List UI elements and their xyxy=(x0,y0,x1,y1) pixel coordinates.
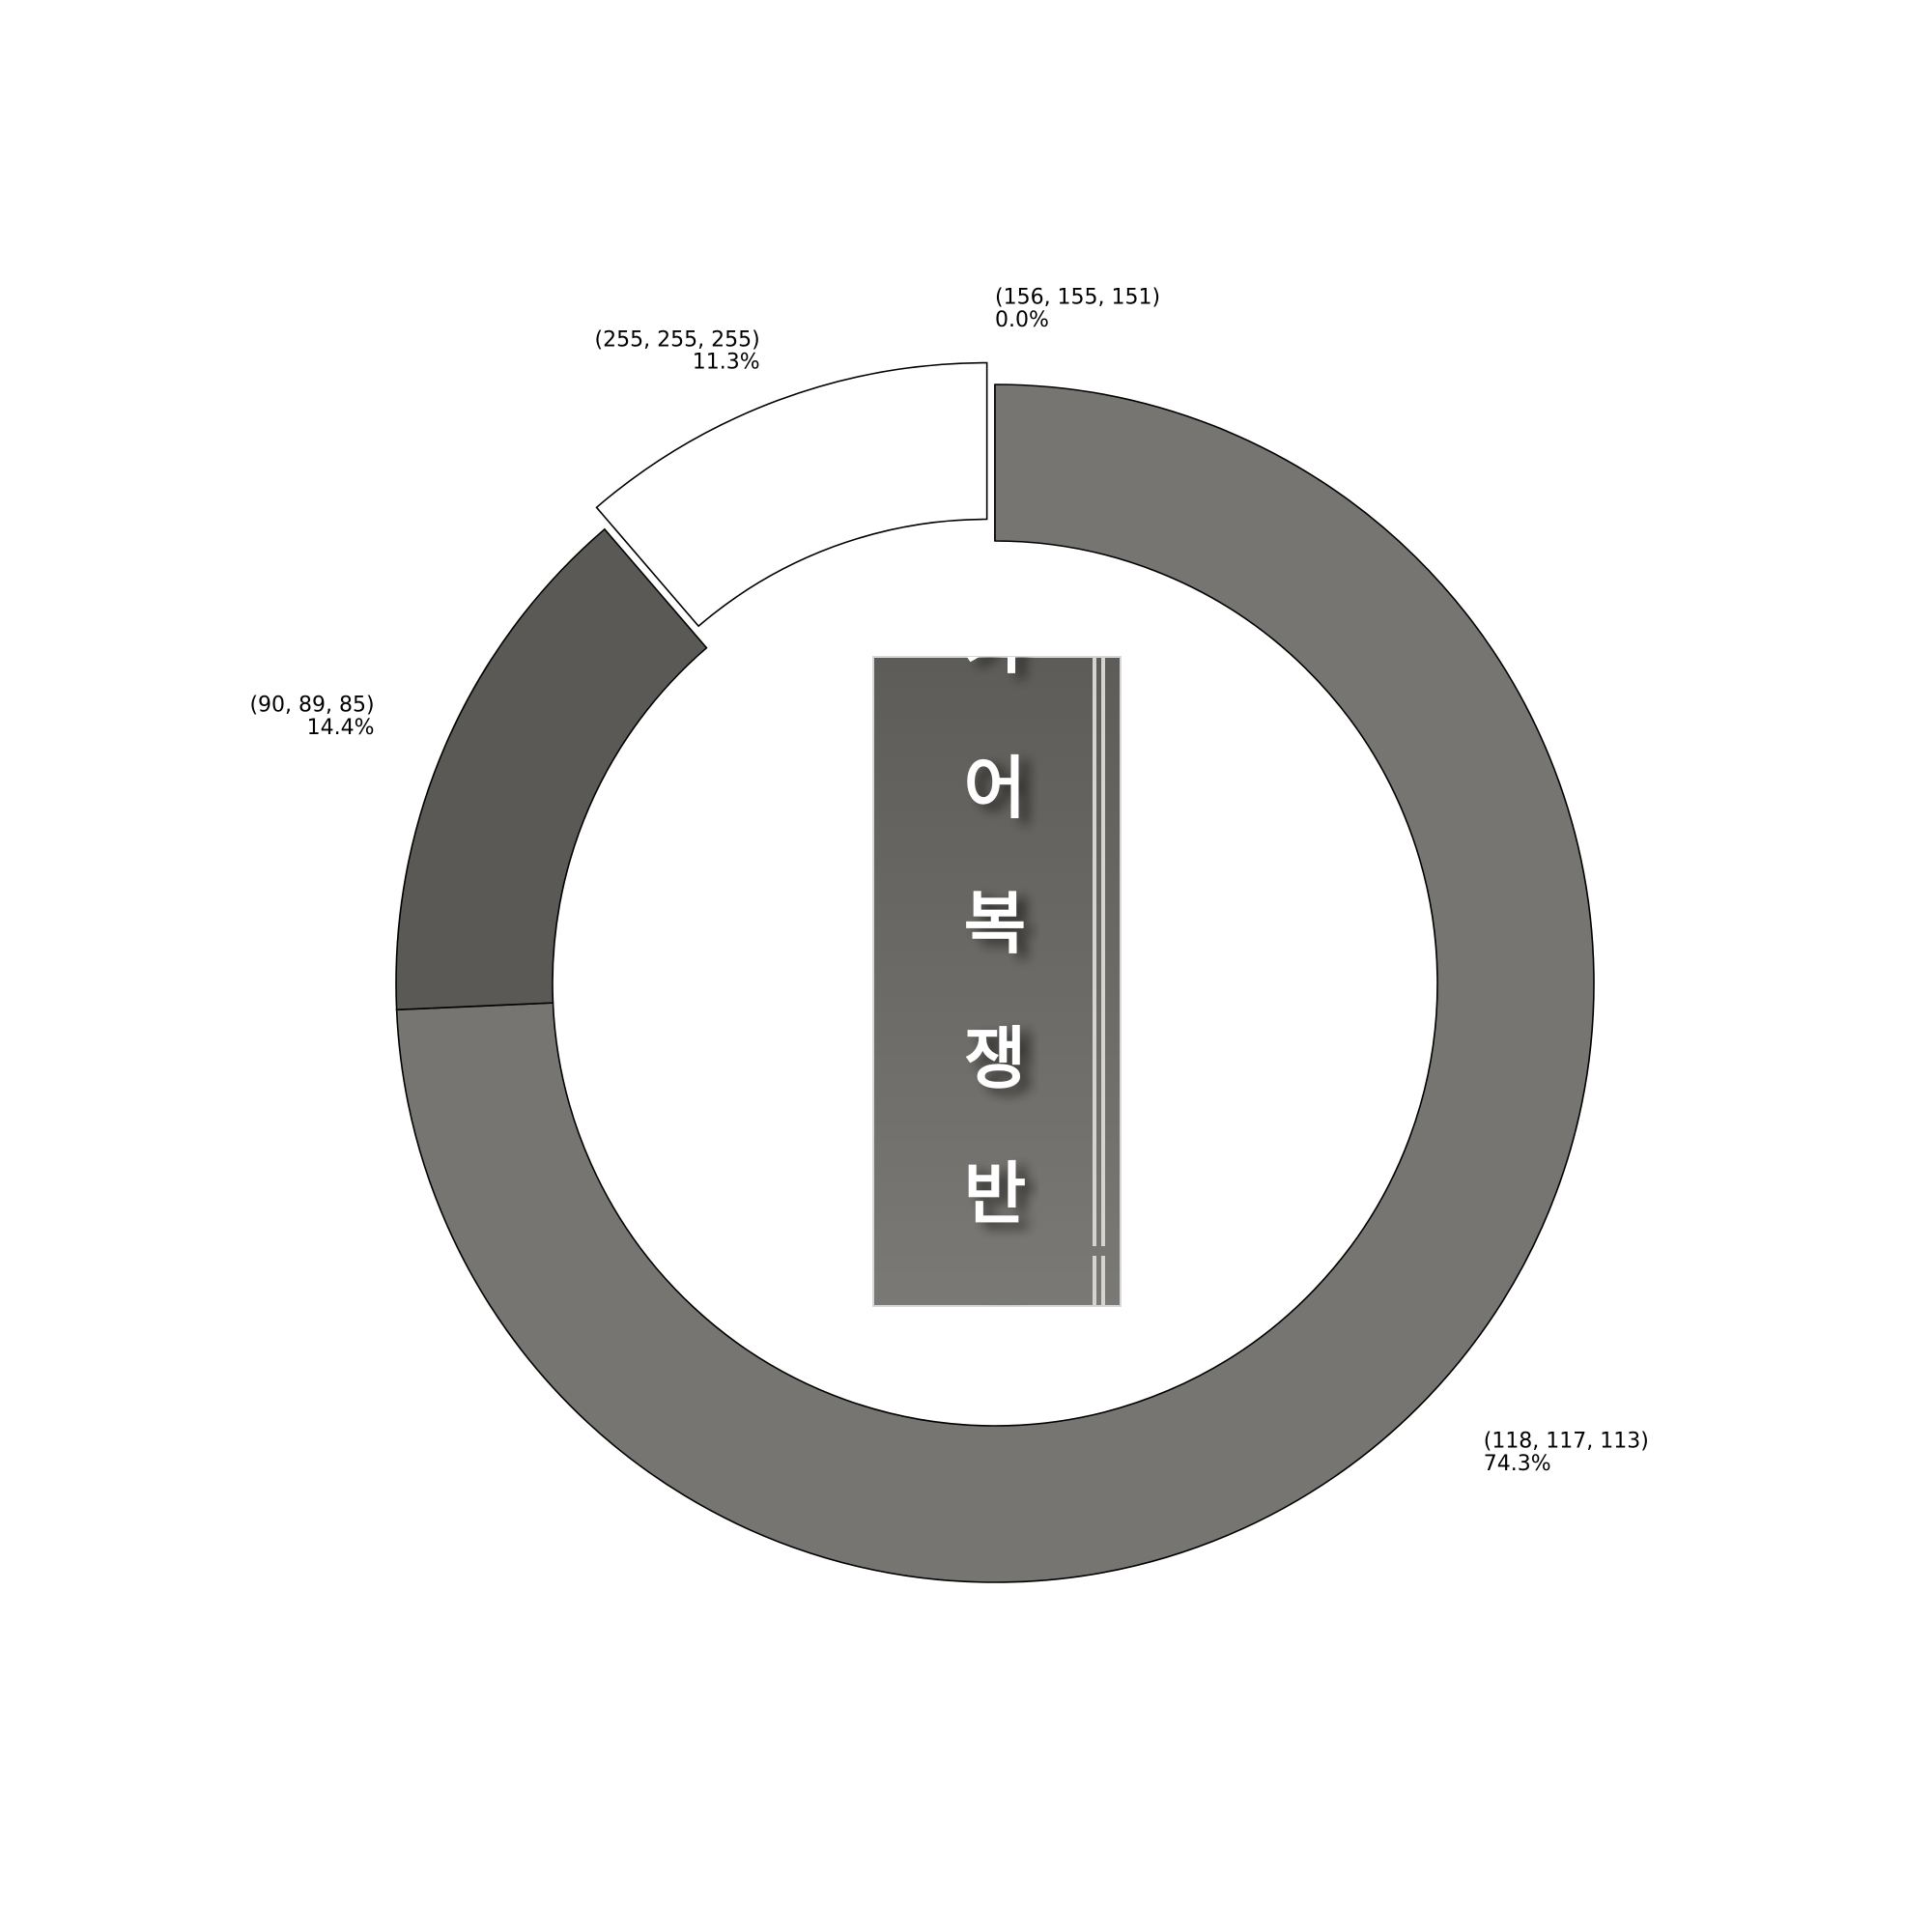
donut-slice xyxy=(595,361,988,628)
center-image: 가 어복쟁반ㅇ xyxy=(872,604,1122,1369)
signage-border-line xyxy=(1101,1256,1105,1306)
signage-char: 어 xyxy=(964,749,1026,828)
slice-label-name: (255, 255, 255) xyxy=(595,327,760,352)
slice-label-percent: 74.3% xyxy=(1484,1452,1551,1476)
donut-slice xyxy=(395,527,708,1011)
slice-label-percent: 11.3% xyxy=(693,350,760,374)
signage-border-line xyxy=(1101,657,1105,1246)
signage-char-bottom-partial: ㅇ xyxy=(964,1290,1026,1369)
slice-label: (156, 155, 151) 0.0% xyxy=(995,286,1160,332)
signage-char: 복 xyxy=(964,884,1026,963)
slice-label-name: (118, 117, 113) xyxy=(1484,1430,1649,1454)
slice-label: (118, 117, 113) 74.3% xyxy=(1484,1430,1649,1476)
slice-label-name: (156, 155, 151) xyxy=(995,286,1160,310)
slice-label: (90, 89, 85) 14.4% xyxy=(249,694,374,740)
signage-border-line xyxy=(1093,1256,1096,1306)
signage-char: 쟁 xyxy=(964,1019,1026,1098)
slice-label: (255, 255, 255) 11.3% xyxy=(595,327,760,374)
slice-label-name: (90, 89, 85) xyxy=(249,694,374,718)
slice-label-percent: 14.4% xyxy=(307,716,375,740)
signage-char-top-partial: 가 xyxy=(964,604,1026,683)
slice-label-percent: 0.0% xyxy=(995,308,1049,332)
signage-border-line xyxy=(1093,657,1096,1246)
donut-chart: (156, 155, 151) 0.0%(118, 117, 113) 74.3%(… xyxy=(249,286,1649,1583)
signage-char: 반 xyxy=(964,1154,1026,1234)
